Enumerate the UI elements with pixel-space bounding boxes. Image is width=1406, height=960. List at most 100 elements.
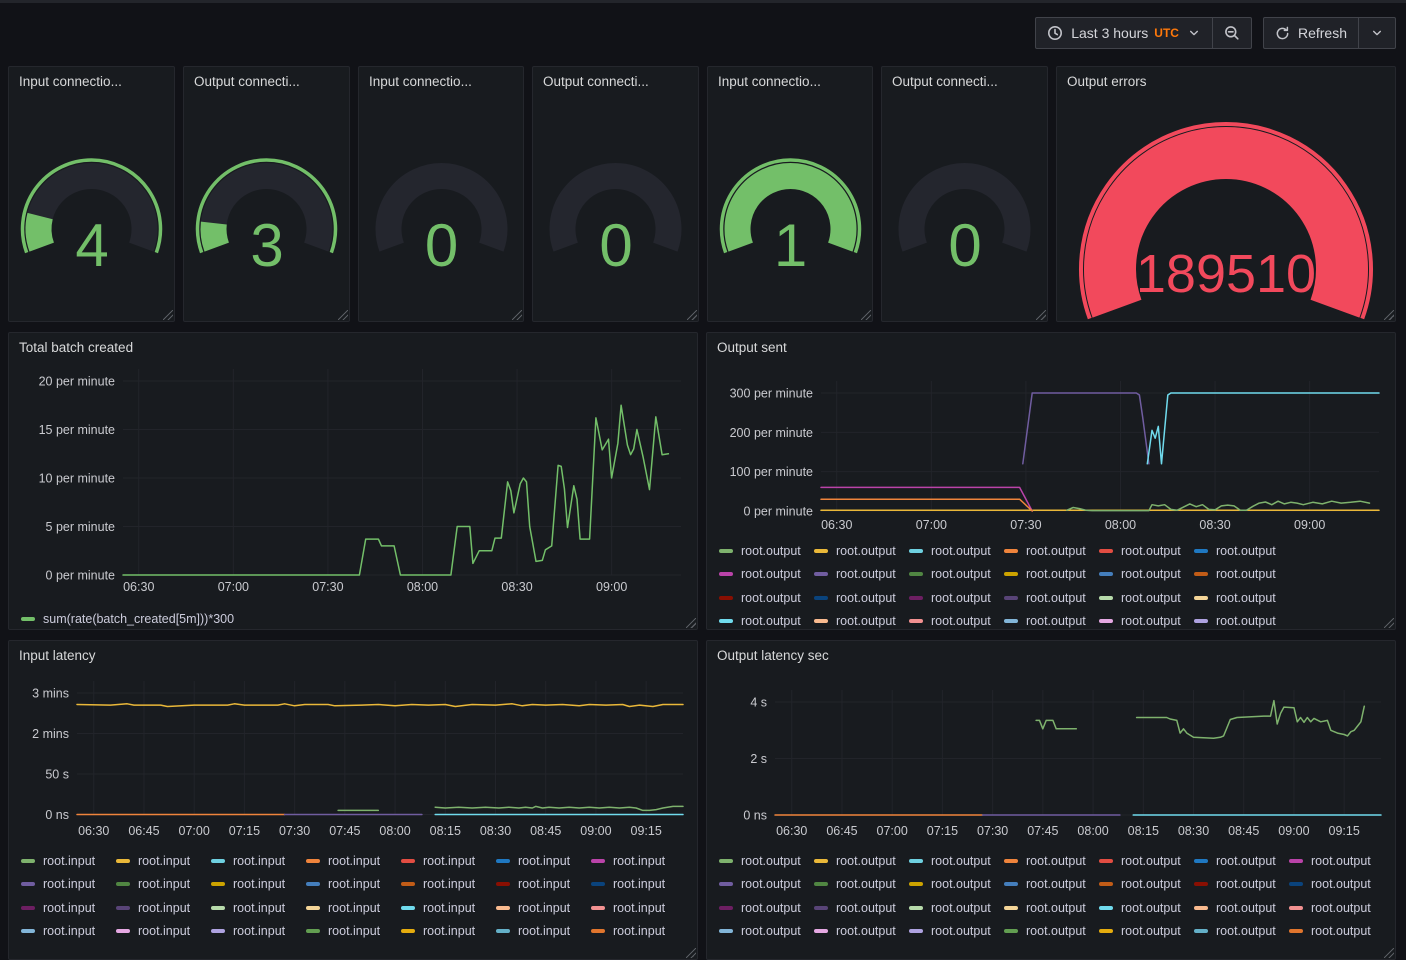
- legend-item[interactable]: root.input: [21, 849, 116, 873]
- legend-item[interactable]: root.output: [814, 563, 909, 587]
- legend-item[interactable]: root.output: [1004, 920, 1099, 944]
- legend-item[interactable]: root.output: [814, 920, 909, 944]
- legend-item[interactable]: root.input: [211, 849, 306, 873]
- time-series-chart[interactable]: 06:3007:0007:3008:0008:3009:000 per minu…: [715, 367, 1391, 535]
- legend-item[interactable]: root.output: [1099, 586, 1194, 610]
- legend-item[interactable]: root.output: [1099, 539, 1194, 563]
- legend-item[interactable]: root.input: [306, 896, 401, 920]
- legend-item[interactable]: root.input: [401, 873, 496, 897]
- legend-item[interactable]: root.input: [401, 920, 496, 944]
- legend-item[interactable]: root.input: [496, 873, 591, 897]
- legend-item[interactable]: root.output: [909, 920, 1004, 944]
- panel-title[interactable]: Output connecti...: [194, 74, 300, 89]
- legend-item[interactable]: root.input: [116, 849, 211, 873]
- legend-item[interactable]: root.output: [1194, 563, 1289, 587]
- legend-item[interactable]: root.output: [1099, 849, 1194, 873]
- panel-title[interactable]: Input connectio...: [369, 74, 472, 89]
- legend-item[interactable]: root.output: [719, 539, 814, 563]
- legend-item[interactable]: root.input: [21, 920, 116, 944]
- legend-item[interactable]: root.output: [1194, 586, 1289, 610]
- legend-item[interactable]: root.input: [21, 896, 116, 920]
- legend-item[interactable]: root.output: [814, 610, 909, 630]
- legend-item[interactable]: root.input: [496, 920, 591, 944]
- legend-item[interactable]: root.output: [719, 586, 814, 610]
- legend-item[interactable]: root.output: [719, 610, 814, 630]
- legend-item[interactable]: root.output: [814, 873, 909, 897]
- panel-resize-handle[interactable]: [1036, 310, 1046, 320]
- legend-item[interactable]: root.output: [814, 539, 909, 563]
- legend-item[interactable]: root.input: [591, 896, 686, 920]
- panel-resize-handle[interactable]: [686, 948, 696, 958]
- legend-item[interactable]: root.output: [909, 896, 1004, 920]
- legend-item[interactable]: root.output: [1099, 563, 1194, 587]
- legend-item[interactable]: root.output: [719, 920, 814, 944]
- legend-item[interactable]: root.output: [1004, 539, 1099, 563]
- legend-item[interactable]: root.output: [1289, 849, 1384, 873]
- legend-item[interactable]: root.output: [1289, 920, 1384, 944]
- panel-resize-handle[interactable]: [861, 310, 871, 320]
- panel-title[interactable]: Output sent: [717, 340, 787, 355]
- panel-resize-handle[interactable]: [512, 310, 522, 320]
- legend-item[interactable]: root.output: [719, 896, 814, 920]
- legend-item[interactable]: root.output: [1194, 873, 1289, 897]
- panel-resize-handle[interactable]: [1384, 948, 1394, 958]
- legend-item[interactable]: root.output: [1004, 610, 1099, 630]
- legend-item[interactable]: root.input: [591, 920, 686, 944]
- legend-item[interactable]: root.output: [1004, 896, 1099, 920]
- legend-item[interactable]: root.input: [116, 920, 211, 944]
- panel-title[interactable]: Output latency sec: [717, 648, 829, 663]
- legend-item[interactable]: sum(rate(batch_created[5m]))*300: [21, 607, 321, 631]
- panel-resize-handle[interactable]: [687, 310, 697, 320]
- legend-item[interactable]: root.output: [909, 539, 1004, 563]
- legend-item[interactable]: root.output: [719, 563, 814, 587]
- time-series-chart[interactable]: 06:3007:0007:3008:0008:3009:000 per minu…: [17, 367, 693, 605]
- legend-item[interactable]: root.output: [814, 586, 909, 610]
- legend-item[interactable]: root.output: [719, 873, 814, 897]
- legend-item[interactable]: root.output: [1289, 896, 1384, 920]
- panel-resize-handle[interactable]: [1384, 618, 1394, 628]
- legend-item[interactable]: root.output: [814, 896, 909, 920]
- panel-title[interactable]: Output connecti...: [892, 74, 998, 89]
- legend-item[interactable]: root.output: [1004, 563, 1099, 587]
- panel-title[interactable]: Output errors: [1067, 74, 1147, 89]
- legend-item[interactable]: root.input: [496, 849, 591, 873]
- legend-item[interactable]: root.output: [1194, 539, 1289, 563]
- panel-title[interactable]: Input connectio...: [19, 74, 122, 89]
- panel-resize-handle[interactable]: [686, 618, 696, 628]
- legend-item[interactable]: root.output: [814, 849, 909, 873]
- legend-item[interactable]: root.output: [719, 849, 814, 873]
- panel-resize-handle[interactable]: [1384, 310, 1394, 320]
- zoom-out-button[interactable]: [1212, 18, 1251, 48]
- time-range-picker[interactable]: Last 3 hours UTC: [1036, 18, 1212, 48]
- refresh-interval-dropdown[interactable]: [1358, 18, 1395, 48]
- legend-item[interactable]: root.input: [211, 873, 306, 897]
- legend-item[interactable]: root.output: [1194, 896, 1289, 920]
- time-series-chart[interactable]: 06:3006:4507:0007:1507:3007:4508:0008:15…: [17, 675, 693, 841]
- legend-item[interactable]: root.output: [1004, 586, 1099, 610]
- legend-item[interactable]: root.output: [1194, 610, 1289, 630]
- refresh-button[interactable]: Refresh: [1264, 18, 1358, 48]
- legend-item[interactable]: root.input: [496, 896, 591, 920]
- legend-item[interactable]: root.output: [909, 563, 1004, 587]
- legend-item[interactable]: root.output: [1289, 873, 1384, 897]
- panel-title[interactable]: Input connectio...: [718, 74, 821, 89]
- legend-item[interactable]: root.input: [306, 873, 401, 897]
- legend-item[interactable]: root.output: [1099, 896, 1194, 920]
- legend-item[interactable]: root.output: [1194, 920, 1289, 944]
- legend-item[interactable]: root.input: [591, 849, 686, 873]
- legend-item[interactable]: root.input: [116, 896, 211, 920]
- time-series-chart[interactable]: 06:3006:4507:0007:1507:3007:4508:0008:15…: [715, 675, 1391, 841]
- legend-item[interactable]: root.output: [1004, 873, 1099, 897]
- legend-item[interactable]: root.output: [909, 610, 1004, 630]
- legend-item[interactable]: root.output: [1194, 849, 1289, 873]
- legend-item[interactable]: root.output: [1004, 849, 1099, 873]
- legend-item[interactable]: root.output: [909, 586, 1004, 610]
- legend-item[interactable]: root.input: [401, 849, 496, 873]
- legend-item[interactable]: root.input: [211, 896, 306, 920]
- legend-item[interactable]: root.input: [306, 920, 401, 944]
- panel-title[interactable]: Input latency: [19, 648, 96, 663]
- legend-item[interactable]: root.output: [1099, 873, 1194, 897]
- legend-item[interactable]: root.output: [1099, 610, 1194, 630]
- legend-item[interactable]: root.input: [211, 920, 306, 944]
- legend-item[interactable]: root.output: [909, 849, 1004, 873]
